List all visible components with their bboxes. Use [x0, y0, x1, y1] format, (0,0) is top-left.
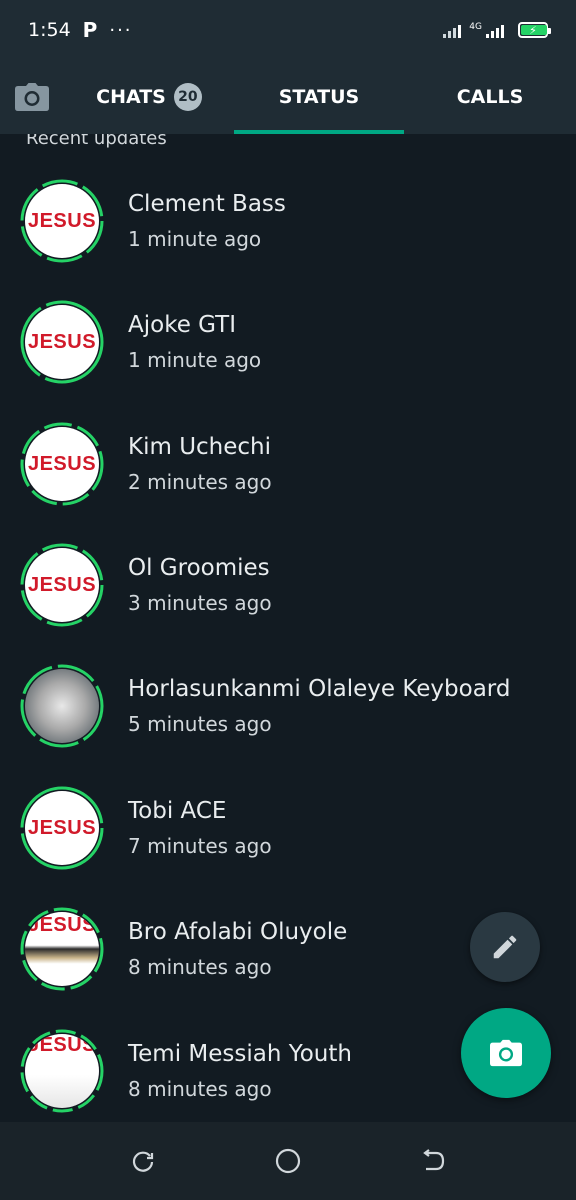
status-item[interactable]: Horlasunkanmi Olaleye Keyboard 5 minutes…	[0, 646, 576, 766]
back-icon	[423, 1149, 445, 1171]
tab-chats[interactable]: CHATS 20	[64, 60, 234, 134]
tab-status[interactable]: STATUS	[234, 60, 404, 134]
camera-tab[interactable]	[0, 60, 64, 134]
status-item[interactable]: JESUS Ajoke GTI 1 minute ago	[0, 282, 576, 402]
status-time: 8 minutes ago	[128, 955, 272, 979]
tab-calls[interactable]: CALLS	[404, 60, 576, 134]
signal-icon-1	[443, 22, 462, 38]
pencil-icon	[493, 935, 517, 959]
status-avatar: JESUS	[20, 907, 104, 991]
contact-name: Bro Afolabi Oluyole	[128, 919, 348, 945]
status-item[interactable]: JESUS Tobi ACE 7 minutes ago	[0, 768, 576, 888]
contact-name: Clement Bass	[128, 191, 286, 217]
status-avatar: JESUS	[20, 179, 104, 263]
battery-charging-icon: ⚡	[518, 22, 551, 38]
system-status-bar: 1:54 P ··· 4G ⚡	[0, 0, 576, 60]
status-time: 1 minute ago	[128, 348, 262, 372]
status-item[interactable]: JESUS Clement Bass 1 minute ago	[0, 161, 576, 281]
clock: 1:54	[28, 19, 71, 41]
status-item[interactable]: JESUS Kim Uchechi 2 minutes ago	[0, 404, 576, 524]
notification-app-icon: P	[82, 18, 98, 42]
status-avatar: JESUS	[20, 543, 104, 627]
system-indicators: 4G ⚡	[443, 22, 551, 38]
status-avatar	[20, 664, 104, 748]
status-avatar: JESUS	[20, 422, 104, 506]
status-time: 1 minute ago	[128, 227, 262, 251]
tab-bar: CHATS 20 STATUS CALLS	[0, 60, 576, 134]
more-notifications-icon: ···	[109, 19, 133, 41]
status-time: 7 minutes ago	[128, 834, 272, 858]
camera-status-button[interactable]	[461, 1008, 551, 1098]
status-time: 2 minutes ago	[128, 470, 272, 494]
tab-chats-label: CHATS	[96, 86, 166, 108]
signal-icon-2	[486, 22, 504, 38]
home-icon	[275, 1148, 301, 1174]
status-time: 8 minutes ago	[128, 1077, 272, 1101]
status-time: 5 minutes ago	[128, 712, 272, 736]
contact-name: Kim Uchechi	[128, 434, 272, 460]
tab-calls-label: CALLS	[456, 86, 524, 108]
network-type-label: 4G	[469, 22, 482, 32]
system-navigation-bar	[0, 1122, 576, 1200]
contact-name: Horlasunkanmi Olaleye Keyboard	[128, 676, 511, 702]
contact-name: Temi Messiah Youth	[128, 1041, 352, 1067]
status-avatar: JESUS	[20, 300, 104, 384]
camera-icon	[15, 83, 49, 111]
status-item[interactable]: JESUS Ol Groomies 3 minutes ago	[0, 525, 576, 645]
contact-name: Tobi ACE	[128, 798, 227, 824]
contact-name: Ol Groomies	[128, 555, 270, 581]
section-title-recent-updates: Recent updates	[26, 134, 167, 149]
status-avatar: JESUS	[20, 1029, 104, 1113]
tab-status-label: STATUS	[278, 86, 360, 108]
status-time: 3 minutes ago	[128, 591, 272, 615]
text-status-button[interactable]	[470, 912, 540, 982]
contact-name: Ajoke GTI	[128, 312, 236, 338]
recents-button[interactable]	[123, 1141, 163, 1181]
recents-icon	[132, 1151, 153, 1172]
home-button[interactable]	[268, 1141, 308, 1181]
back-button[interactable]	[413, 1141, 453, 1181]
whatsapp-status-screen: 1:54 P ··· 4G ⚡ CHATS 20 STATUS CALLS Re…	[0, 0, 576, 1200]
camera-icon	[490, 1039, 522, 1067]
unread-chats-badge: 20	[173, 83, 202, 111]
status-avatar: JESUS	[20, 786, 104, 870]
